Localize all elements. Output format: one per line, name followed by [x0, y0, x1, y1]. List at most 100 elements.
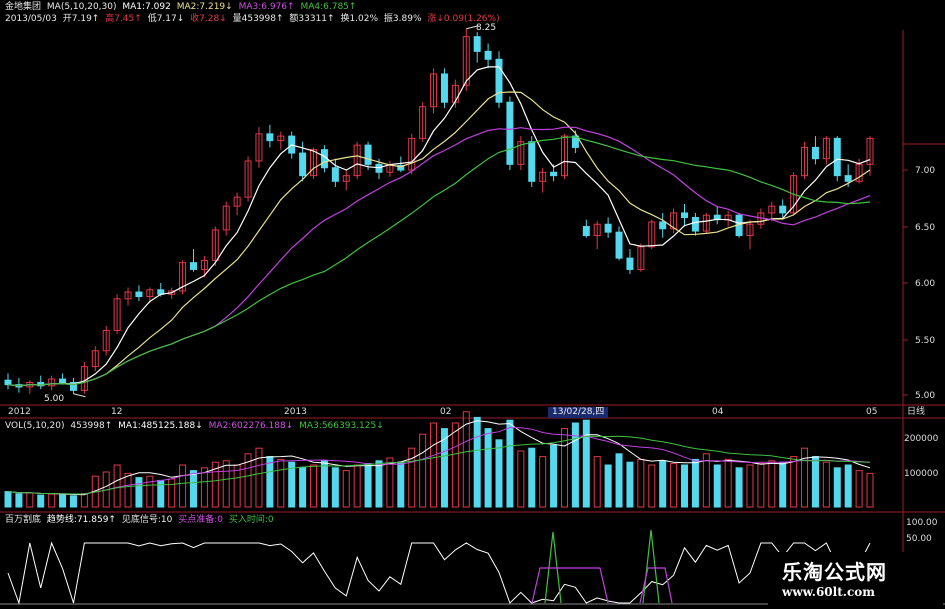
candle-body — [299, 152, 307, 177]
volume-bar — [833, 467, 841, 508]
vol-ma3: MA3:566393.125↓ — [299, 421, 384, 431]
candle-body — [779, 205, 787, 214]
candle-body — [331, 167, 339, 182]
candle-body — [615, 231, 623, 259]
volume-bar — [331, 467, 339, 508]
candle-body — [189, 262, 197, 270]
volume-bar — [746, 464, 754, 508]
candle-body — [473, 36, 481, 52]
vol-spec: VOL(5,10,20) — [5, 421, 65, 431]
indicator-header: 百万割底 趋势线:71.859↑ 见底信号:10 买点准备:0 买入时间:0 — [5, 515, 277, 526]
volume-bar — [615, 453, 623, 508]
candle-body — [440, 73, 448, 103]
candle-body — [691, 216, 699, 232]
volume-bar — [59, 494, 67, 508]
price-label-700: 7.00 — [915, 166, 936, 176]
volume-bar — [4, 491, 12, 508]
volume-bar — [80, 493, 88, 508]
candle-body — [495, 58, 503, 103]
volume-bar — [342, 470, 350, 508]
volume-bar — [146, 475, 154, 508]
candle-body — [550, 171, 558, 177]
volume-bar — [168, 478, 176, 508]
volume-bar — [48, 493, 56, 508]
volume-bar — [15, 493, 23, 508]
volume-bar — [364, 463, 372, 508]
candle-body — [604, 223, 612, 233]
candle-body — [375, 163, 383, 173]
volume-bar — [670, 463, 678, 508]
volume-bar — [124, 472, 132, 508]
volume-bar — [790, 456, 798, 508]
candle-body — [844, 175, 852, 182]
volume-bar — [528, 447, 536, 508]
time-label-2012: 2012 — [8, 407, 31, 417]
volume-bar — [724, 458, 732, 508]
volume-bar — [484, 428, 492, 508]
vol-value: 453998↑ — [70, 421, 113, 431]
volume-bar — [473, 416, 481, 508]
volume-bar — [113, 464, 121, 508]
ma20-line — [7, 126, 871, 387]
volume-bar — [506, 419, 514, 508]
price-label-650: 6.50 — [915, 223, 936, 233]
candle-body — [506, 101, 514, 165]
volume-bar — [495, 439, 503, 508]
ma10-line — [7, 91, 871, 387]
volume-bar — [179, 464, 187, 508]
site-watermark: 乐淘公式网 www.60lt.com — [768, 552, 943, 607]
volume-bar — [189, 470, 197, 508]
vol-ma2: MA2:602276.188↓ — [208, 421, 294, 431]
price-label-600: 6.00 — [915, 279, 936, 289]
volume-header: VOL(5,10,20) 453998↑ MA1:485125.188↓ MA2… — [5, 421, 387, 432]
volume-bar — [419, 433, 427, 508]
volume-bar — [550, 444, 558, 508]
volume-bar — [648, 464, 656, 508]
volume-bar — [779, 461, 787, 508]
volume-bar — [593, 456, 601, 508]
volume-bar — [200, 467, 208, 508]
volume-bar — [681, 464, 689, 508]
indicator-signal: 见底信号:10 — [121, 515, 173, 525]
volume-bar — [320, 460, 328, 508]
volume-bar — [135, 477, 143, 508]
time-label-05: 05 — [866, 407, 878, 417]
time-label-02: 02 — [440, 407, 452, 417]
period-label[interactable]: 日线 — [907, 407, 925, 418]
candle-body — [681, 212, 689, 218]
candle-body — [528, 141, 536, 182]
price-label-500: 5.00 — [915, 391, 936, 401]
volume-bar — [844, 464, 852, 508]
volume-bar — [37, 494, 45, 508]
indicator-name: 百万割底 — [5, 515, 42, 525]
volume-bar — [691, 458, 699, 508]
watermark-title: 乐淘公式网 — [782, 560, 887, 584]
volume-bar — [222, 460, 230, 508]
volume-bar — [626, 461, 634, 508]
candle-body — [135, 291, 143, 298]
time-label-2013: 2013 — [284, 407, 307, 417]
volume-bar — [637, 458, 645, 508]
indicator-trend: 趋势线:71.859↑ — [46, 515, 116, 525]
volume-bar — [397, 461, 405, 508]
indicator-buy-prep: 买点准备:0 — [178, 515, 223, 525]
volume-bar — [659, 460, 667, 508]
volume-bar — [310, 464, 318, 508]
volume-bar — [430, 422, 438, 508]
volume-bar — [26, 492, 34, 508]
price-label-550: 5.50 — [915, 336, 936, 346]
candle-body — [266, 133, 274, 142]
volume-bar — [855, 470, 863, 508]
volume-bar — [299, 467, 307, 508]
vol-label-200000: 200000 — [904, 434, 939, 444]
volume-bar — [582, 419, 590, 508]
candle-body — [659, 221, 667, 230]
candle-body — [484, 50, 492, 60]
candle-body — [582, 226, 590, 237]
volume-bar — [375, 460, 383, 508]
candle-body — [626, 257, 634, 270]
low-marker-label: 5.00 — [44, 394, 65, 404]
volume-bar — [69, 495, 77, 508]
volume-bar — [266, 456, 274, 508]
volume-bar — [353, 464, 361, 508]
